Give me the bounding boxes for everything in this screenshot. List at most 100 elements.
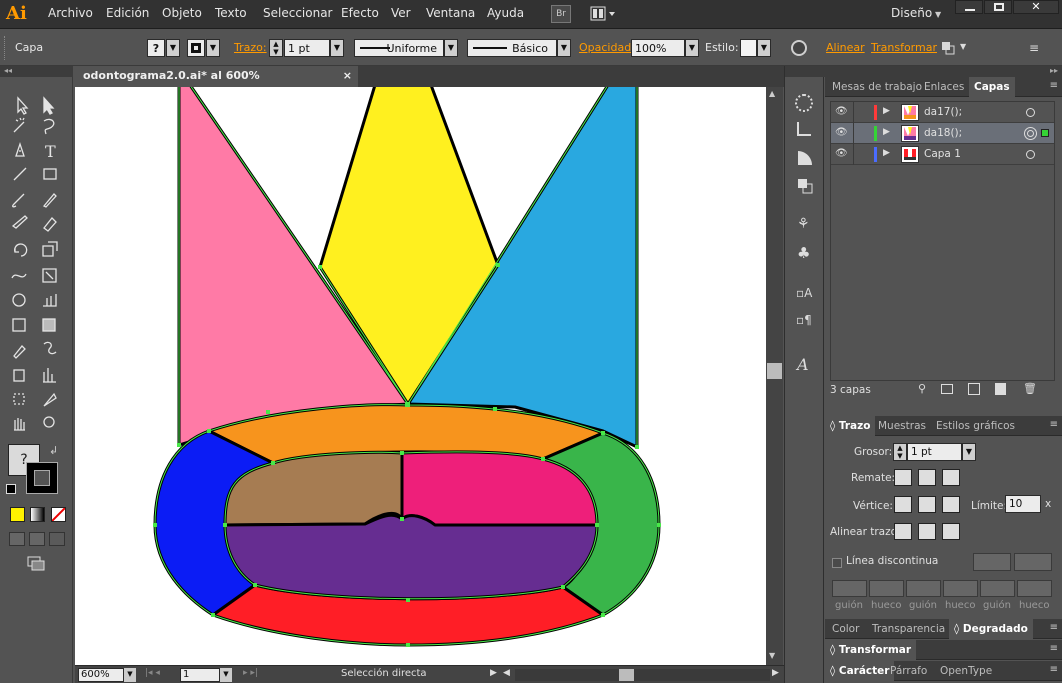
status-menu-icon[interactable]: ▶ <box>490 668 497 678</box>
color-panel-menu-icon[interactable]: ≡ <box>1050 622 1058 633</box>
tab-paragraph[interactable]: Párrafo <box>885 661 932 681</box>
menu-texto[interactable]: Texto <box>215 6 247 20</box>
tab-opentype[interactable]: OpenType <box>935 661 997 681</box>
brush-dropdown-icon[interactable]: ▼ <box>557 39 571 57</box>
opacity-input[interactable]: 100% <box>631 39 685 57</box>
visibility-eye-icon[interactable]: 👁 <box>835 127 848 138</box>
profile-dropdown-icon[interactable]: ▼ <box>444 39 458 57</box>
horizontal-scrollbar[interactable] <box>515 669 770 681</box>
projecting-cap-button[interactable] <box>942 469 960 486</box>
graphic-style-swatch[interactable] <box>740 39 757 57</box>
dash-3-input[interactable] <box>980 580 1015 597</box>
opacity-link[interactable]: Opacidad: <box>579 39 635 57</box>
tab-layers[interactable]: Capas <box>969 77 1015 97</box>
fill-dropdown-icon[interactable]: ▼ <box>166 39 180 57</box>
panels-collapse-icon[interactable]: ▸▸ <box>825 66 1062 77</box>
draw-normal-button[interactable] <box>9 532 25 546</box>
layer-row[interactable]: 👁 ▶ Capa 1 <box>831 144 1054 165</box>
variable-width-profile[interactable]: Uniforme <box>354 39 444 57</box>
gap-2-input[interactable] <box>943 580 978 597</box>
gap-1-input[interactable] <box>869 580 904 597</box>
visibility-eye-icon[interactable]: 👁 <box>835 148 848 159</box>
layer-name[interactable]: da18(); <box>924 127 962 139</box>
tab-swatches[interactable]: Muestras <box>873 416 931 436</box>
locate-object-icon[interactable]: ⚲ <box>918 382 926 395</box>
hscroll-left-icon[interactable]: ◀ <box>503 668 510 678</box>
maximize-button[interactable] <box>984 0 1012 14</box>
stroke-swatch-button[interactable] <box>187 39 205 57</box>
menu-ver[interactable]: Ver <box>391 6 411 20</box>
align-link[interactable]: Alinear <box>826 39 865 57</box>
character-panel-menu-icon[interactable]: ≡ <box>1050 664 1058 675</box>
recolor-artwork-icon[interactable] <box>791 40 807 56</box>
minimize-button[interactable] <box>955 0 983 14</box>
arrange-documents-button[interactable] <box>589 5 617 23</box>
new-sublayer-icon[interactable] <box>968 383 980 395</box>
scroll-up-icon[interactable]: ▲ <box>769 89 775 98</box>
align-panel-icon[interactable] <box>797 122 811 136</box>
miter-join-button[interactable] <box>894 496 912 513</box>
glyphs-panel-icon[interactable]: A <box>797 355 815 375</box>
menu-ventana[interactable]: Ventana <box>426 6 475 20</box>
character-styles-panel-icon[interactable]: ▫A <box>796 286 816 304</box>
default-fill-stroke-icon[interactable] <box>6 484 16 494</box>
expand-arrow-icon[interactable]: ▶ <box>883 148 890 158</box>
stroke-weight-input[interactable]: 1 pt <box>284 39 330 57</box>
new-layer-icon[interactable] <box>995 383 1006 395</box>
workspace-switcher[interactable]: Diseño <box>891 6 932 20</box>
dash-2-input[interactable] <box>906 580 941 597</box>
layer-row[interactable]: 👁 ▶ da17(); <box>831 102 1054 123</box>
target-circle-selected-icon[interactable] <box>1024 127 1037 140</box>
isolate-group-icon[interactable] <box>941 41 955 55</box>
stroke-weight-dropdown-icon[interactable]: ▼ <box>330 39 344 57</box>
control-panel-menu-icon[interactable]: ≡ <box>1029 41 1045 55</box>
layer-name[interactable]: da17(); <box>924 106 962 118</box>
stroke-weight-link[interactable]: Trazo: <box>234 39 267 57</box>
butt-cap-button[interactable] <box>894 469 912 486</box>
close-document-icon[interactable]: × <box>343 66 352 86</box>
menu-ayuda[interactable]: Ayuda <box>487 6 524 20</box>
expand-arrow-icon[interactable]: ▶ <box>883 106 890 116</box>
scroll-thumb[interactable] <box>767 363 782 379</box>
zoom-input[interactable]: 600% <box>78 668 124 682</box>
transform-panel-menu-icon[interactable]: ≡ <box>1050 643 1058 654</box>
delete-layer-icon[interactable]: 🗑 <box>1023 382 1037 395</box>
stroke-panel-menu-icon[interactable]: ≡ <box>1050 419 1058 430</box>
dash-1-input[interactable] <box>832 580 867 597</box>
hscroll-right-icon[interactable]: ▶ <box>772 668 779 678</box>
stroke-weight-stepper[interactable]: ▲ ▼ <box>269 39 283 57</box>
bevel-join-button[interactable] <box>942 496 960 513</box>
expand-arrow-icon[interactable]: ▶ <box>883 127 890 137</box>
tab-gradient[interactable]: ◊ Degradado <box>949 619 1033 639</box>
next-artboard-icon[interactable]: ▸ ▸| <box>243 668 258 678</box>
align-inside-button[interactable] <box>918 523 936 540</box>
tab-artboards[interactable]: Mesas de trabajo <box>827 77 927 97</box>
dash-align-button[interactable] <box>1014 553 1052 571</box>
document-tab[interactable]: odontograma2.0.ai* al 600% (RGB/Previsua… <box>75 66 358 102</box>
align-outside-button[interactable] <box>942 523 960 540</box>
artboard-canvas[interactable] <box>75 87 766 665</box>
zoom-dropdown-icon[interactable]: ▼ <box>124 668 136 682</box>
menu-objeto[interactable]: Objeto <box>162 6 202 20</box>
target-circle-icon[interactable] <box>1026 108 1035 117</box>
menu-seleccionar[interactable]: Seleccionar <box>263 6 332 20</box>
stroke-dropdown-icon[interactable]: ▼ <box>206 39 220 57</box>
draw-inside-button[interactable] <box>49 532 65 546</box>
artboard-dropdown-icon[interactable]: ▼ <box>220 668 232 682</box>
draw-behind-button[interactable] <box>29 532 45 546</box>
color-mode-button[interactable] <box>10 507 25 522</box>
isolate-dropdown-icon[interactable]: ▼ <box>960 42 966 51</box>
first-artboard-icon[interactable]: |◂ ◂ <box>145 668 160 678</box>
align-center-button[interactable] <box>894 523 912 540</box>
brushes-panel-icon[interactable]: ⚘ <box>797 216 813 234</box>
brightness-panel-icon[interactable] <box>795 94 813 112</box>
symbols-panel-icon[interactable]: ♣ <box>797 244 813 262</box>
selection-indicator[interactable] <box>1041 129 1049 137</box>
weight-input[interactable]: 1 pt <box>907 443 962 461</box>
close-window-button[interactable]: ✕ <box>1013 0 1059 14</box>
workspace-chevron-icon[interactable]: ▼ <box>935 10 941 19</box>
gradient-panel-icon[interactable] <box>797 150 813 166</box>
tab-transparency[interactable]: Transparencia <box>867 619 950 639</box>
screen-mode-button[interactable] <box>27 556 47 572</box>
transform-link[interactable]: Transformar <box>871 39 937 57</box>
